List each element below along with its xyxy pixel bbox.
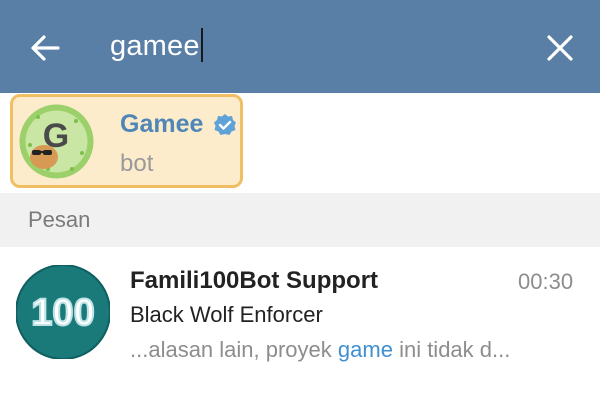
search-query: gamee: [110, 30, 200, 62]
result-subtitle: bot: [120, 150, 154, 177]
verified-badge-icon: [214, 114, 236, 135]
message-row[interactable]: 100 Famili100Bot Support 00:30 Black Wol…: [0, 247, 600, 377]
chat-sender: Black Wolf Enforcer: [130, 302, 323, 327]
chat-title: Famili100Bot Support: [130, 267, 379, 294]
preview-before: ...alasan lain, proyek: [130, 337, 338, 362]
close-icon[interactable]: [546, 34, 574, 62]
section-label: Pesan: [28, 207, 91, 232]
result-title: Gamee: [120, 110, 204, 138]
preview-keyword: game: [337, 337, 393, 362]
section-header: Pesan: [0, 193, 600, 247]
text-caret: [200, 28, 203, 62]
preview-after: ini tidak d...: [392, 337, 511, 362]
chat-time: 00:30: [518, 269, 574, 294]
avatar-text: 100: [31, 292, 94, 334]
gamee-avatar: G: [19, 104, 94, 179]
search-input[interactable]: gamee: [110, 28, 203, 63]
back-arrow-icon[interactable]: [30, 34, 60, 62]
chat-preview: ...alasan lain, proyek game ini tidak d.…: [130, 337, 510, 363]
search-toolbar: gamee: [0, 0, 600, 93]
chat-avatar: 100: [16, 265, 110, 359]
